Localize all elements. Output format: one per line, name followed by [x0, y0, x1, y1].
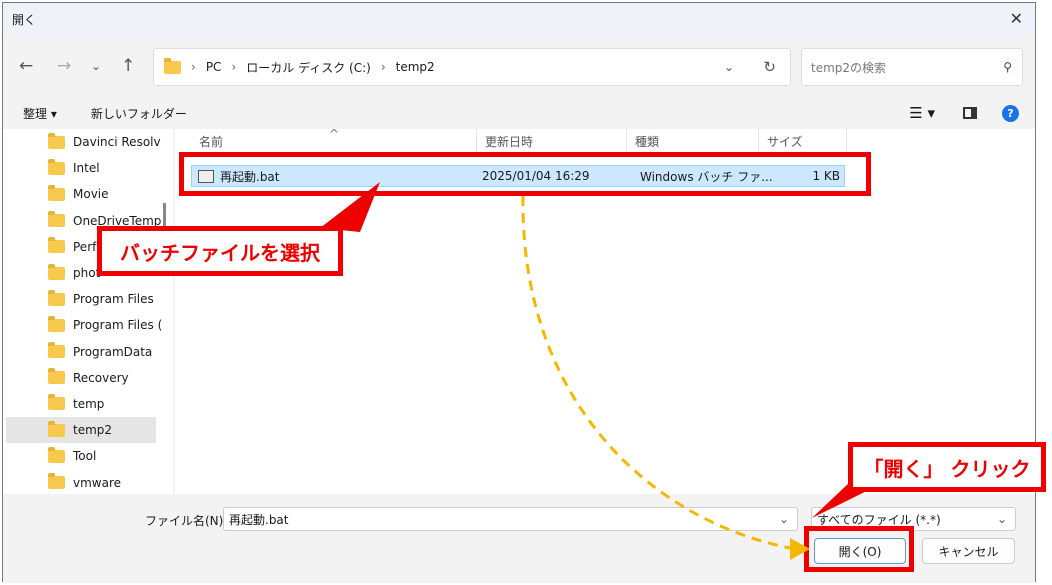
arrow-head	[790, 538, 810, 560]
annotation-overlay	[320, 182, 885, 560]
callout-select: バッチファイルを選択	[97, 226, 343, 276]
dashed-arrow-path	[521, 195, 791, 550]
callout-click-open: 「開く」 クリック	[848, 442, 1046, 492]
callout-pointer-select	[320, 182, 380, 232]
